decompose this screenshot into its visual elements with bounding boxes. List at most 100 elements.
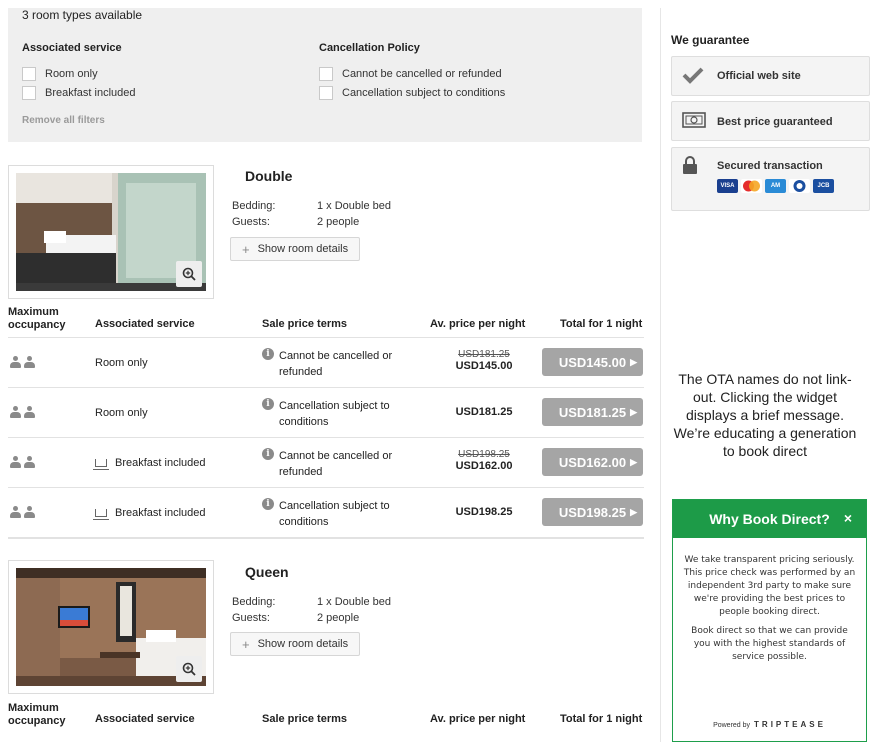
jcb-card-icon: JCB (813, 179, 834, 193)
show-room-details-button[interactable]: + Show room details (230, 632, 361, 656)
filter-label: Room only (45, 67, 98, 80)
rate-terms: i Cancellation subject to conditions (262, 398, 412, 430)
occupancy-icons (10, 406, 35, 418)
avg-price: USD198.25 (428, 506, 540, 518)
zoom-icon[interactable] (176, 656, 202, 682)
guarantee-official-site: Official web site (671, 56, 870, 96)
old-price: USD198.25 (458, 449, 510, 460)
guarantee-label: Official web site (717, 70, 801, 82)
visa-card-icon: VISA (717, 179, 738, 193)
info-icon[interactable]: i (262, 448, 274, 460)
close-icon[interactable]: × (844, 510, 852, 526)
guarantee-title: We guarantee (671, 33, 750, 47)
info-icon[interactable]: i (262, 398, 274, 410)
guests-value: 2 people (317, 612, 360, 624)
checkbox[interactable] (22, 85, 36, 100)
remove-all-filters-link[interactable]: Remove all filters (22, 115, 105, 126)
cancellation-policy-title: Cancellation Policy (319, 42, 420, 54)
room-name: Queen (245, 564, 289, 580)
chevron-right-icon: ▶ (630, 356, 637, 367)
book-button-price: USD162.00 (558, 454, 627, 470)
person-icon (24, 456, 35, 468)
associated-service-filter: Associated service Room only Breakfast i… (22, 42, 136, 102)
person-icon (24, 506, 35, 518)
show-room-details-label: Show room details (257, 638, 349, 650)
why-book-direct-header: Why Book Direct? × (673, 500, 866, 538)
room-photo-queen[interactable] (16, 568, 206, 686)
terms-label: Cancellation subject to conditions (279, 500, 390, 528)
why-book-direct-widget[interactable]: Why Book Direct? × We take transparent p… (672, 499, 867, 742)
checkbox[interactable] (319, 66, 333, 81)
why-book-direct-title: Why Book Direct? (709, 511, 830, 527)
person-icon (10, 356, 21, 368)
guarantee-label: Secured transaction (717, 160, 823, 172)
show-room-details-button[interactable]: + Show room details (230, 237, 361, 261)
breakfast-icon (93, 509, 109, 520)
info-icon[interactable]: i (262, 498, 274, 510)
occupancy-icons (10, 456, 35, 468)
current-price: USD162.00 (455, 460, 513, 472)
filter-label: Cancellation subject to conditions (342, 86, 506, 99)
filter-label: Breakfast included (45, 86, 136, 99)
rate-table-header: Maximum occupancy Associated service Sal… (8, 306, 644, 338)
mastercard-icon (741, 179, 762, 193)
rate-service: Room only (95, 407, 148, 419)
guests-value: 2 people (317, 216, 360, 228)
checkmark-icon (682, 66, 704, 87)
checkbox[interactable] (319, 85, 333, 100)
filter-label: Cannot be cancelled or refunded (342, 67, 502, 80)
rate-terms: i Cannot be cancelled or refunded (262, 348, 412, 380)
amex-card-icon: AM (765, 179, 786, 193)
guarantee-best-price: Best price guaranteed (671, 101, 870, 141)
current-price: USD145.00 (455, 360, 513, 372)
room-photo-frame[interactable] (8, 560, 214, 694)
filter-breakfast-included[interactable]: Breakfast included (22, 83, 136, 102)
terms-label: Cancellation subject to conditions (279, 400, 390, 428)
rate-row: Room only i Cannot be cancelled or refund… (8, 337, 644, 387)
book-button[interactable]: USD198.25 ▶ (542, 498, 643, 526)
diners-card-icon (789, 179, 810, 193)
rate-service: Room only (95, 357, 148, 369)
book-button[interactable]: USD145.00 ▶ (542, 348, 643, 376)
zoom-icon[interactable] (176, 261, 202, 287)
avg-price: USD181.25 (428, 406, 540, 418)
rate-row: Breakfast included i Cannot be cancelled … (8, 437, 644, 487)
room-photo-double[interactable] (16, 173, 206, 291)
chevron-right-icon: ▶ (630, 406, 637, 417)
filter-room-only[interactable]: Room only (22, 64, 136, 83)
room-photo-frame[interactable] (8, 165, 214, 299)
rate-row: Breakfast included i Cancellation subject… (8, 487, 644, 539)
powered-by-label: Powered by (713, 722, 751, 729)
book-button-price: USD145.00 (558, 354, 627, 370)
col-terms: Sale price terms (262, 318, 347, 330)
col-terms: Sale price terms (262, 713, 347, 725)
bedding-value: 1 x Double bed (317, 596, 391, 608)
col-avg-price: Av. price per night (430, 713, 526, 725)
terms-label: Cannot be cancelled or refunded (279, 450, 393, 478)
col-total: Total for 1 night (560, 713, 643, 725)
bedding-value: 1 x Double bed (317, 200, 391, 212)
rate-service: Breakfast included (93, 507, 206, 520)
book-button[interactable]: USD181.25 ▶ (542, 398, 643, 426)
guests-label: Guests: (232, 216, 270, 228)
book-button[interactable]: USD162.00 ▶ (542, 448, 643, 476)
chevron-right-icon: ▶ (630, 456, 637, 467)
terms-label: Cannot be cancelled or refunded (279, 350, 393, 378)
chevron-right-icon: ▶ (630, 506, 637, 517)
service-label: Room only (95, 357, 148, 369)
why-paragraph: Book direct so that we can provide you w… (691, 626, 848, 662)
col-occupancy: Maximum occupancy (8, 306, 66, 331)
filter-cancellation-conditions[interactable]: Cancellation subject to conditions (319, 83, 505, 102)
checkbox[interactable] (22, 66, 36, 81)
info-icon[interactable]: i (262, 348, 274, 360)
room-meta: Bedding: 1 x Double bed Guests: 2 people (232, 198, 391, 230)
rate-table-header: Maximum occupancy Associated service Sal… (8, 702, 644, 734)
service-label: Breakfast included (115, 507, 206, 519)
person-icon (10, 506, 21, 518)
guests-label: Guests: (232, 612, 270, 624)
rate-service: Breakfast included (93, 457, 206, 470)
filter-non-refundable[interactable]: Cannot be cancelled or refunded (319, 64, 505, 83)
lock-icon (682, 155, 698, 178)
banknote-icon (682, 112, 706, 131)
rate-terms: i Cannot be cancelled or refunded (262, 448, 412, 480)
